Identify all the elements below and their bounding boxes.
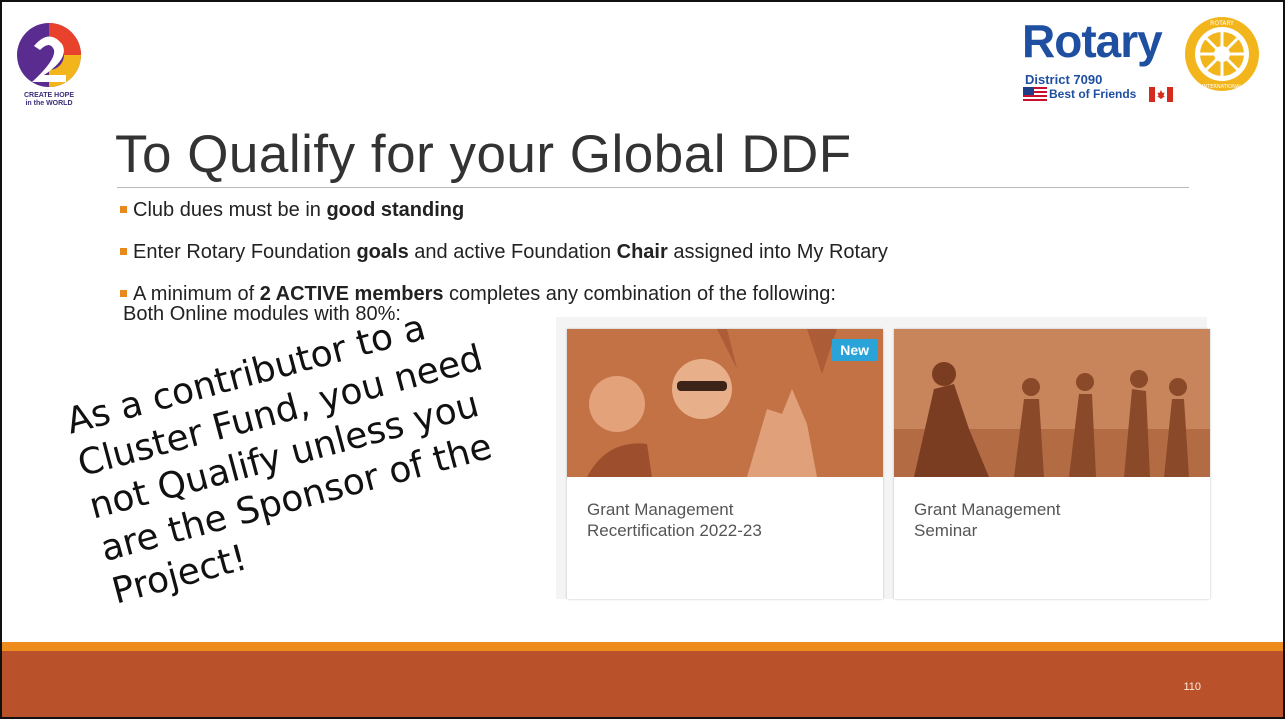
course-photo-image [894, 329, 1210, 477]
us-flag-icon [1023, 87, 1047, 102]
course-title: Grant Management Recertification 2022-23 [587, 500, 762, 540]
create-hope-tagline: CREATE HOPE in the WORLD [23, 92, 75, 107]
title-divider [117, 187, 1189, 188]
course-title: Grant Management Seminar [914, 500, 1061, 540]
course-card-recertification[interactable]: New Grant Management Recertification 202… [567, 329, 883, 599]
requirement-dues: Club dues must be in good standing [120, 198, 1240, 222]
canada-flag-icon [1149, 87, 1173, 102]
rotary-wordmark: Rotary [1022, 15, 1163, 67]
page-title: To Qualify for your Global DDF [115, 125, 852, 184]
new-badge: New [832, 339, 877, 361]
motto-label: Best of Friends [1049, 87, 1137, 101]
course-card-seminar[interactable]: Grant Management Seminar [894, 329, 1210, 599]
rotary-district-logo: Rotary District 7090 Best of Friends ROT… [1007, 12, 1267, 122]
wheel-text-top: ROTARY [1210, 20, 1234, 27]
page-number: 110 [1183, 681, 1201, 693]
slide: CREATE HOPE in the WORLD Rotary District… [0, 0, 1285, 719]
district-label: District 7090 [1025, 72, 1103, 87]
create-hope-logo: CREATE HOPE in the WORLD [14, 20, 114, 120]
requirement-goals: Enter Rotary Foundation goals and active… [120, 240, 1240, 264]
slide-footer: 110 [2, 642, 1283, 717]
footer-accent-bar [2, 642, 1283, 651]
create-hope-emblem-icon [17, 23, 81, 87]
rotary-wheel-icon: ROTARY INTERNATIONAL [1185, 17, 1259, 91]
course-cards: New Grant Management Recertification 202… [556, 317, 1210, 599]
wheel-text-bottom: INTERNATIONAL [1202, 84, 1242, 90]
